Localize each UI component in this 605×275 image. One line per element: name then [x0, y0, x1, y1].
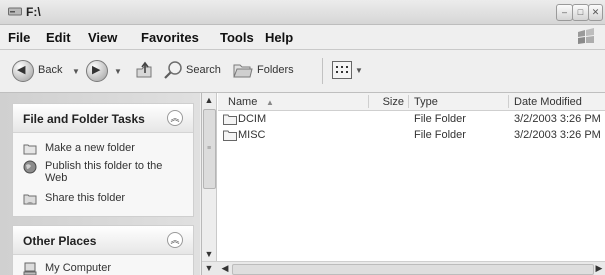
scroll-right-icon[interactable]: ▶	[592, 262, 605, 275]
item-type: File Folder	[414, 113, 466, 125]
col-type[interactable]: Type	[414, 96, 438, 108]
collapse-chevron-icon[interactable]: ︽	[167, 110, 183, 126]
new-folder-icon	[23, 144, 37, 155]
search-button[interactable]: Search	[162, 59, 232, 83]
maximize-button[interactable]: □	[572, 4, 589, 21]
horizontal-scrollbar[interactable]: ▼ ◀ ▶	[202, 261, 605, 275]
menu-tools[interactable]: Tools	[220, 30, 254, 45]
menu-view[interactable]: View	[88, 30, 117, 45]
file-folder-tasks-panel: File and Folder Tasks ︽ Make a new folde…	[12, 103, 194, 217]
col-name[interactable]: Name	[228, 96, 257, 108]
windows-logo-icon	[578, 28, 594, 44]
up-folder-icon	[136, 61, 152, 78]
file-list-view: ▲ ≡ ▼ Name ▲ Size Type Date Modified DCI…	[201, 93, 605, 275]
toolbar: ◀ Back ▼ ▶ ▼ Search Folders ▼	[0, 50, 605, 93]
chevron-down-icon: ▼	[355, 66, 363, 75]
window-title: F:\	[26, 5, 41, 19]
up-folder-button[interactable]	[132, 59, 156, 83]
collapse-chevron-icon[interactable]: ︽	[167, 232, 183, 248]
menu-edit[interactable]: Edit	[46, 30, 71, 45]
place-label: My Computer	[45, 262, 112, 274]
task-pane: File and Folder Tasks ︽ Make a new folde…	[0, 93, 200, 275]
scroll-thumb[interactable]	[232, 264, 594, 275]
item-type: File Folder	[414, 129, 466, 141]
scroll-down-icon[interactable]: ▼	[202, 262, 216, 275]
task-label: Publish this folder to the Web	[45, 160, 163, 184]
menu-bar: File Edit View Favorites Tools Help	[0, 25, 605, 50]
toolbar-separator	[322, 58, 323, 84]
folders-icon	[233, 64, 253, 78]
share-icon	[23, 194, 37, 205]
list-item[interactable]: MISC File Folder 3/2/2003 3:26 PM	[218, 128, 605, 144]
item-name: DCIM	[238, 113, 267, 125]
item-date: 3/2/2003 3:26 PM	[514, 129, 601, 141]
search-icon	[164, 61, 182, 79]
forward-button[interactable]: ▶ ▼	[86, 59, 126, 83]
scroll-down-icon[interactable]: ▼	[202, 247, 216, 261]
folders-button[interactable]: Folders	[233, 59, 315, 83]
scroll-left-icon[interactable]: ◀	[218, 262, 232, 275]
sort-ascending-icon: ▲	[266, 98, 274, 107]
folders-label: Folders	[257, 64, 294, 76]
scroll-thumb[interactable]: ≡	[203, 109, 216, 189]
list-item[interactable]: DCIM File Folder 3/2/2003 3:26 PM	[218, 112, 605, 128]
scroll-up-icon[interactable]: ▲	[202, 93, 216, 107]
globe-icon	[23, 160, 37, 174]
explorer-window: F:\ – □ ✕ File Edit View Favorites Tools…	[0, 0, 605, 275]
views-icon	[332, 61, 352, 79]
item-name: MISC	[238, 129, 266, 141]
task-label: Make a new folder	[45, 142, 135, 154]
chevron-down-icon: ▼	[72, 67, 80, 76]
chevron-down-icon: ▼	[114, 67, 122, 76]
menu-file[interactable]: File	[8, 30, 30, 45]
panel-header[interactable]: File and Folder Tasks ︽	[13, 104, 193, 133]
drive-icon	[8, 7, 22, 16]
vertical-scrollbar[interactable]: ▲ ≡ ▼	[202, 93, 217, 261]
panel-title: Other Places	[23, 234, 97, 248]
search-label: Search	[186, 64, 221, 76]
minimize-button[interactable]: –	[556, 4, 573, 21]
panel-header[interactable]: Other Places ︽	[13, 226, 193, 255]
folder-icon	[223, 130, 237, 141]
col-size[interactable]: Size	[372, 96, 404, 108]
menu-help[interactable]: Help	[265, 30, 293, 45]
title-bar[interactable]: F:\ – □ ✕	[0, 0, 605, 25]
folder-icon	[223, 114, 237, 125]
other-places-panel: Other Places ︽ My Computer	[12, 225, 194, 275]
task-label: Share this folder	[45, 192, 126, 204]
panel-title: File and Folder Tasks	[23, 112, 145, 126]
back-button[interactable]: ◀ Back ▼	[12, 59, 84, 83]
item-date: 3/2/2003 3:26 PM	[514, 113, 601, 125]
menu-favorites[interactable]: Favorites	[141, 30, 199, 45]
views-button[interactable]: ▼	[332, 59, 368, 83]
back-label: Back	[38, 64, 63, 76]
column-header: Name ▲ Size Type Date Modified	[218, 93, 605, 111]
col-date-modified[interactable]: Date Modified	[514, 96, 582, 108]
computer-icon	[23, 262, 37, 275]
close-button[interactable]: ✕	[588, 4, 603, 21]
